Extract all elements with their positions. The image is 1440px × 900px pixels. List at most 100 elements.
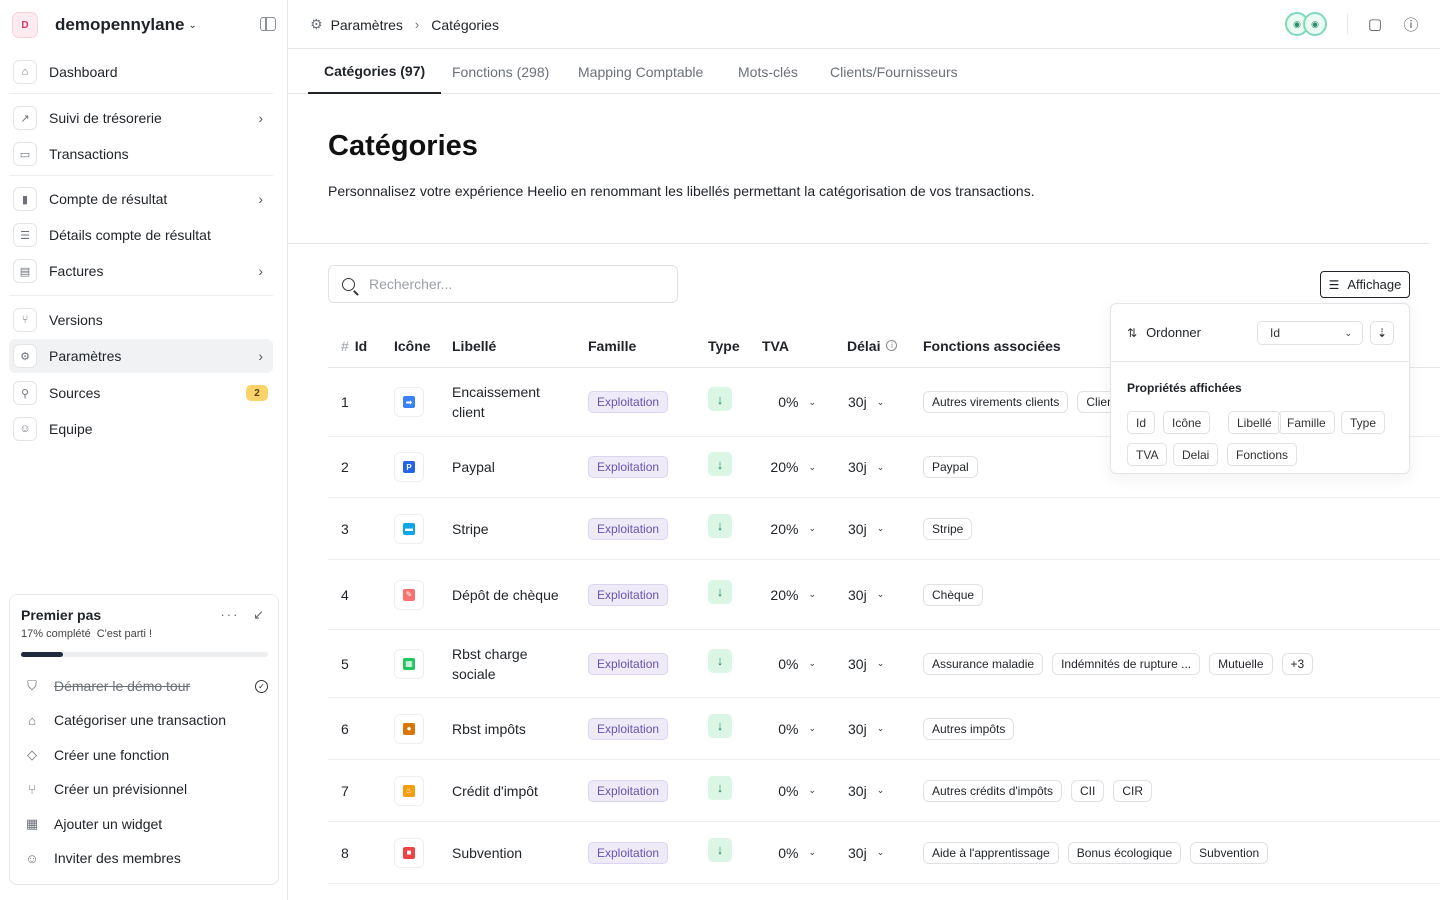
- row-family[interactable]: Exploitation: [588, 498, 669, 559]
- tva-select[interactable]: 0% ⌄: [758, 822, 816, 883]
- tab-fonctions[interactable]: Fonctions (298): [436, 49, 565, 94]
- onboarding-step-demo-tour[interactable]: ⛉ Démarer le démo tour ✓: [21, 671, 271, 701]
- tab-clients-fournisseurs[interactable]: Clients/Fournisseurs: [814, 49, 974, 94]
- delay-select[interactable]: 30j ⌄: [848, 760, 884, 821]
- row-family[interactable]: Exploitation: [588, 560, 669, 629]
- prop-toggle-id[interactable]: Id: [1127, 411, 1156, 434]
- col-header-tva[interactable]: TVA: [762, 324, 789, 367]
- col-header-label[interactable]: Libellé: [452, 324, 496, 367]
- onboarding-step-widget[interactable]: ▦ Ajouter un widget: [21, 809, 271, 839]
- prop-toggle-icon[interactable]: Icône: [1163, 411, 1211, 434]
- onboarding-step-invite[interactable]: ☺ Inviter des membres: [21, 843, 271, 873]
- tab-categories[interactable]: Catégories (97): [308, 49, 442, 94]
- sidebar-item-tresorerie[interactable]: ↗ Suivi de trésorerie ›: [9, 101, 273, 135]
- row-family[interactable]: Exploitation: [588, 368, 669, 436]
- function-tag[interactable]: Paypal: [923, 456, 978, 478]
- row-type[interactable]: ↓: [708, 368, 732, 436]
- display-button[interactable]: ☰ Affichage: [1320, 271, 1410, 298]
- search-input[interactable]: [369, 276, 649, 292]
- sort-direction-button[interactable]: ⇣: [1370, 321, 1394, 345]
- function-tag[interactable]: Indémnités de rupture ...: [1052, 652, 1201, 675]
- category-icon-cell[interactable]: ♨: [394, 760, 424, 821]
- more-icon[interactable]: ···: [220, 607, 239, 622]
- row-family[interactable]: Exploitation: [588, 437, 669, 497]
- col-header-delay[interactable]: Délai i: [847, 324, 898, 367]
- tva-select[interactable]: 20% ⌄: [758, 498, 816, 559]
- onboarding-step-forecast[interactable]: ⑂ Créer un prévisionnel: [21, 774, 271, 804]
- sidebar-item-transactions[interactable]: ▭ Transactions: [9, 137, 273, 171]
- row-type[interactable]: ↓: [708, 498, 732, 559]
- row-family[interactable]: Exploitation: [588, 630, 669, 697]
- delay-select[interactable]: 30j ⌄: [848, 368, 884, 436]
- function-tag[interactable]: Autres crédits d'impôts: [923, 779, 1063, 802]
- delay-select[interactable]: 30j ⌄: [848, 630, 884, 697]
- sidebar-item-parametres[interactable]: ⚙ Paramètres ›: [9, 339, 273, 373]
- category-icon-cell[interactable]: ▬: [394, 498, 424, 559]
- col-header-family[interactable]: Famille: [588, 324, 636, 367]
- row-family[interactable]: Exploitation: [588, 698, 669, 759]
- table-row[interactable]: 3 ▬ Stripe Exploitation ↓ 20% ⌄ 30j ⌄ Stripe: [328, 498, 1440, 560]
- col-header-icon[interactable]: Icône: [394, 324, 431, 367]
- sidebar-item-factures[interactable]: ▤ Factures ›: [9, 254, 273, 288]
- table-row[interactable]: 7 ♨ Crédit d'impôt Exploitation ↓ 0% ⌄ 30j ⌄ Autr…: [328, 760, 1440, 822]
- function-tag[interactable]: Chèque: [923, 583, 984, 606]
- breadcrumb-root[interactable]: Paramètres: [331, 17, 403, 33]
- row-label[interactable]: Subvention: [452, 822, 572, 883]
- row-family[interactable]: Exploitation: [588, 822, 669, 883]
- row-family[interactable]: Exploitation: [588, 760, 669, 821]
- collaborators[interactable]: ◉ ◉: [1285, 12, 1327, 36]
- row-label[interactable]: Rbst impôts: [452, 698, 572, 759]
- sidebar-toggle-icon[interactable]: [260, 17, 276, 31]
- row-type[interactable]: ↓: [708, 630, 732, 697]
- category-icon-cell[interactable]: P: [394, 437, 424, 497]
- tva-select[interactable]: 0% ⌄: [758, 760, 816, 821]
- onboarding-step-create-function[interactable]: ◇ Créer une fonction: [21, 740, 271, 770]
- table-row[interactable]: 4 ✎ Dépôt de chèque Exploitation ↓ 20% ⌄ 30j ⌄ Ch…: [328, 560, 1440, 630]
- col-header-functions[interactable]: Fonctions associées: [923, 324, 1061, 367]
- row-type[interactable]: ↓: [708, 437, 732, 497]
- sidebar-item-versions[interactable]: ⑂ Versions: [9, 303, 273, 337]
- category-icon-cell[interactable]: ●: [394, 698, 424, 759]
- tva-select[interactable]: 20% ⌄: [758, 437, 816, 497]
- help-icon[interactable]: ⓘ: [1402, 15, 1420, 34]
- delay-select[interactable]: 30j ⌄: [848, 560, 884, 629]
- table-row[interactable]: 5 ▦ Rbst charge sociale Exploitation ↓ 0% ⌄ 30j…: [328, 630, 1440, 698]
- sidebar-item-details-compte[interactable]: ☰ Détails compte de résultat: [9, 218, 273, 252]
- search-box[interactable]: [328, 265, 678, 303]
- row-label[interactable]: Dépôt de chèque: [452, 560, 572, 629]
- category-icon-cell[interactable]: ✎: [394, 560, 424, 629]
- function-tag[interactable]: Assurance maladie: [923, 652, 1044, 675]
- prop-toggle-tva[interactable]: TVA: [1127, 443, 1168, 466]
- function-tag[interactable]: Autres impôts: [923, 717, 1015, 740]
- function-tag[interactable]: Bonus écologique: [1067, 841, 1182, 864]
- row-type[interactable]: ↓: [708, 822, 732, 883]
- sidebar-item-equipe[interactable]: ☺ Equipe: [9, 412, 273, 446]
- prop-toggle-label[interactable]: Libellé: [1228, 411, 1281, 434]
- comment-icon[interactable]: ▢: [1366, 15, 1384, 33]
- function-tag[interactable]: Subvention: [1190, 841, 1269, 864]
- row-type[interactable]: ↓: [708, 698, 732, 759]
- function-tag[interactable]: Aide à l'apprentissage: [923, 841, 1059, 864]
- function-tag[interactable]: Mutuelle: [1209, 652, 1273, 675]
- row-label[interactable]: Encaissement client: [452, 368, 572, 436]
- category-icon-cell[interactable]: ▦: [394, 630, 424, 697]
- row-label[interactable]: Paypal: [452, 437, 572, 497]
- col-header-type[interactable]: Type: [708, 324, 740, 367]
- function-tag[interactable]: Stripe: [923, 517, 973, 540]
- tva-select[interactable]: 0% ⌄: [758, 630, 816, 697]
- prop-toggle-family[interactable]: Famille: [1278, 411, 1335, 434]
- sidebar-item-sources[interactable]: ⚲ Sources 2: [9, 376, 273, 410]
- prop-toggle-type[interactable]: Type: [1341, 411, 1386, 434]
- delay-select[interactable]: 30j ⌄: [848, 698, 884, 759]
- function-tag[interactable]: Autres virements clients: [923, 391, 1069, 413]
- prop-toggle-functions[interactable]: Fonctions: [1227, 443, 1298, 466]
- onboarding-step-categorize[interactable]: ⌂ Catégoriser une transaction: [21, 705, 271, 735]
- table-row[interactable]: 6 ● Rbst impôts Exploitation ↓ 0% ⌄ 30j ⌄ Autres …: [328, 698, 1440, 760]
- delay-select[interactable]: 30j ⌄: [848, 498, 884, 559]
- order-select[interactable]: Id ⌄: [1257, 321, 1363, 345]
- sidebar-item-dashboard[interactable]: ⌂ Dashboard: [9, 55, 273, 89]
- row-label[interactable]: Crédit d'impôt: [452, 760, 572, 821]
- row-label[interactable]: Stripe: [452, 498, 572, 559]
- row-label[interactable]: Rbst charge sociale: [452, 630, 572, 697]
- collapse-icon[interactable]: ↙: [253, 607, 266, 622]
